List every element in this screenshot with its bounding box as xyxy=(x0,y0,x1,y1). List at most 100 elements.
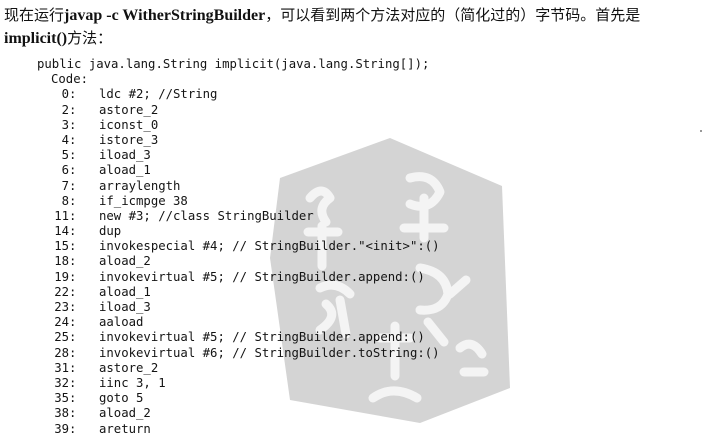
bytecode-offset: 32 xyxy=(54,375,69,390)
bytecode-instruction: iconst_0 xyxy=(99,117,159,132)
bytecode-instruction: astore_2 xyxy=(99,360,159,375)
bytecode-line: 14: dup xyxy=(37,224,440,239)
bytecode-offset: 3 xyxy=(61,117,69,132)
bytecode-offset: 18 xyxy=(54,254,69,269)
offset-colon: : xyxy=(69,315,77,330)
bytecode-instruction: iload_3 xyxy=(99,300,151,314)
offset-colon: : xyxy=(69,163,77,178)
intro-text: 现在运行 xyxy=(4,6,65,24)
bytecode-offset: 15 xyxy=(54,239,69,254)
bytecode-offset: 22 xyxy=(54,284,69,299)
bytecode-line: 3: iconst_0 xyxy=(37,118,440,133)
bytecode-offset: 2 xyxy=(61,102,69,117)
offset-colon: : xyxy=(69,87,77,102)
bytecode-line: 32: iinc 3, 1 xyxy=(37,376,440,391)
bytecode-instruction: invokevirtual #5; // StringBuilder.appen… xyxy=(99,269,425,284)
offset-colon: : xyxy=(69,102,77,117)
bytecode-offset: 7 xyxy=(61,178,69,193)
bytecode-line: 23: iload_3 xyxy=(37,300,440,315)
bytecode-line: 7: arraylength xyxy=(37,179,440,194)
offset-colon: : xyxy=(69,132,77,147)
bytecode-instruction: astore_2 xyxy=(99,102,159,117)
bytecode-offset: 24 xyxy=(54,315,69,330)
bytecode-instruction: dup xyxy=(99,224,122,239)
bytecode-offset: 39 xyxy=(54,421,69,436)
offset-colon: : xyxy=(69,193,77,208)
bytecode-instruction: iinc 3, 1 xyxy=(99,375,166,390)
bytecode-offset: 8 xyxy=(61,193,69,208)
bytecode-instruction: if_icmpge 38 xyxy=(99,193,188,208)
method-name: implicit() xyxy=(4,30,68,47)
offset-colon: : xyxy=(69,208,77,223)
bytecode-instruction: aload_1 xyxy=(99,163,151,178)
bytecode-line: 5: iload_3 xyxy=(37,148,440,163)
bytecode-instruction: invokevirtual #6; // StringBuilder.toStr… xyxy=(99,345,440,360)
intro-text-cont: ，可以看到两个方法对应的（简化过的）字节码。首先是 xyxy=(265,6,641,24)
bytecode-offset: 19 xyxy=(54,269,69,284)
bytecode-line: 38: aload_2 xyxy=(37,406,440,421)
offset-colon: : xyxy=(69,117,77,132)
bytecode-line: 11: new #3; //class StringBuilder xyxy=(37,209,440,224)
bytecode-instruction: invokespecial #4; // StringBuilder."<ini… xyxy=(99,239,440,254)
bytecode-line: 2: astore_2 xyxy=(37,103,440,118)
bytecode-offset: 25 xyxy=(54,330,69,345)
javap-command: javap -c WitherStringBuilder xyxy=(64,7,266,24)
bytecode-instruction: areturn xyxy=(99,421,151,436)
bytecode-line: 8: if_icmpge 38 xyxy=(37,194,440,209)
page-speck xyxy=(700,130,702,132)
bytecode-offset: 38 xyxy=(54,406,69,421)
bytecode-instruction: istore_3 xyxy=(99,132,159,147)
bytecode-line: 39: areturn xyxy=(37,422,440,437)
bytecode-offset: 28 xyxy=(54,345,69,360)
offset-colon: : xyxy=(69,239,77,254)
bytecode-offset: 35 xyxy=(54,391,69,406)
offset-colon: : xyxy=(69,178,77,193)
bytecode-line: 22: aload_1 xyxy=(37,285,440,300)
bytecode-line: 4: istore_3 xyxy=(37,133,440,148)
bytecode-instruction: arraylength xyxy=(99,178,181,193)
bytecode-line: 28: invokevirtual #6; // StringBuilder.to… xyxy=(37,345,440,361)
bytecode-offset: 23 xyxy=(54,300,69,314)
offset-colon: : xyxy=(69,330,77,345)
bytecode-offset: 31 xyxy=(54,360,69,375)
code-lines: 0: ldc #2; //String 2: astore_2 3: iconst_0 4:… xyxy=(37,87,440,437)
bytecode-line: 0: ldc #2; //String xyxy=(37,87,440,102)
bytecode-offset: 6 xyxy=(61,163,69,178)
bytecode-line: 19: invokevirtual #5; // StringBuilder.ap… xyxy=(37,270,440,285)
bytecode-instruction: aload_1 xyxy=(99,284,151,299)
offset-colon: : xyxy=(69,224,77,239)
bytecode-listing: public java.lang.String implicit(java.la… xyxy=(37,57,440,437)
bytecode-instruction: new #3; //class StringBuilder xyxy=(99,208,314,223)
bytecode-instruction: ldc #2; //String xyxy=(99,87,218,102)
bytecode-instruction: invokevirtual #5; // StringBuilder.appen… xyxy=(99,330,425,345)
offset-colon: : xyxy=(69,421,77,436)
code-label: Code: xyxy=(51,72,89,87)
bytecode-offset: 0 xyxy=(61,87,69,102)
bytecode-line: 24: aaload xyxy=(37,315,440,330)
offset-colon: : xyxy=(69,375,77,390)
offset-colon: : xyxy=(69,300,77,314)
bytecode-offset: 5 xyxy=(61,148,69,163)
offset-colon: : xyxy=(69,254,77,269)
bytecode-offset: 4 xyxy=(61,132,69,147)
bytecode-line: 25: invokevirtual #5; // StringBuilder.ap… xyxy=(37,330,440,345)
offset-colon: : xyxy=(69,391,77,406)
book-page: 现在运行javap -c WitherStringBuilder，可以看到两个方… xyxy=(0,0,711,440)
bytecode-instruction: aaload xyxy=(99,315,144,330)
offset-colon: : xyxy=(69,269,77,284)
bytecode-offset: 11 xyxy=(54,208,69,223)
bytecode-instruction: aload_2 xyxy=(99,406,151,421)
bytecode-offset: 14 xyxy=(54,224,69,239)
method-signature: public java.lang.String implicit(java.la… xyxy=(37,57,430,71)
bytecode-line: 18: aload_2 xyxy=(37,254,440,269)
bytecode-instruction: aload_2 xyxy=(99,254,151,269)
bytecode-instruction: goto 5 xyxy=(99,391,144,406)
bytecode-instruction: iload_3 xyxy=(99,148,151,163)
intro-text-end: 方法： xyxy=(67,29,113,47)
offset-colon: : xyxy=(69,345,77,360)
bytecode-line: 31: astore_2 xyxy=(37,361,440,376)
bytecode-line: 15: invokespecial #4; // StringBuilder."<… xyxy=(37,239,440,254)
offset-colon: : xyxy=(69,284,77,299)
intro-paragraph: 现在运行javap -c WitherStringBuilder，可以看到两个方… xyxy=(4,4,704,50)
offset-colon: : xyxy=(69,406,77,421)
